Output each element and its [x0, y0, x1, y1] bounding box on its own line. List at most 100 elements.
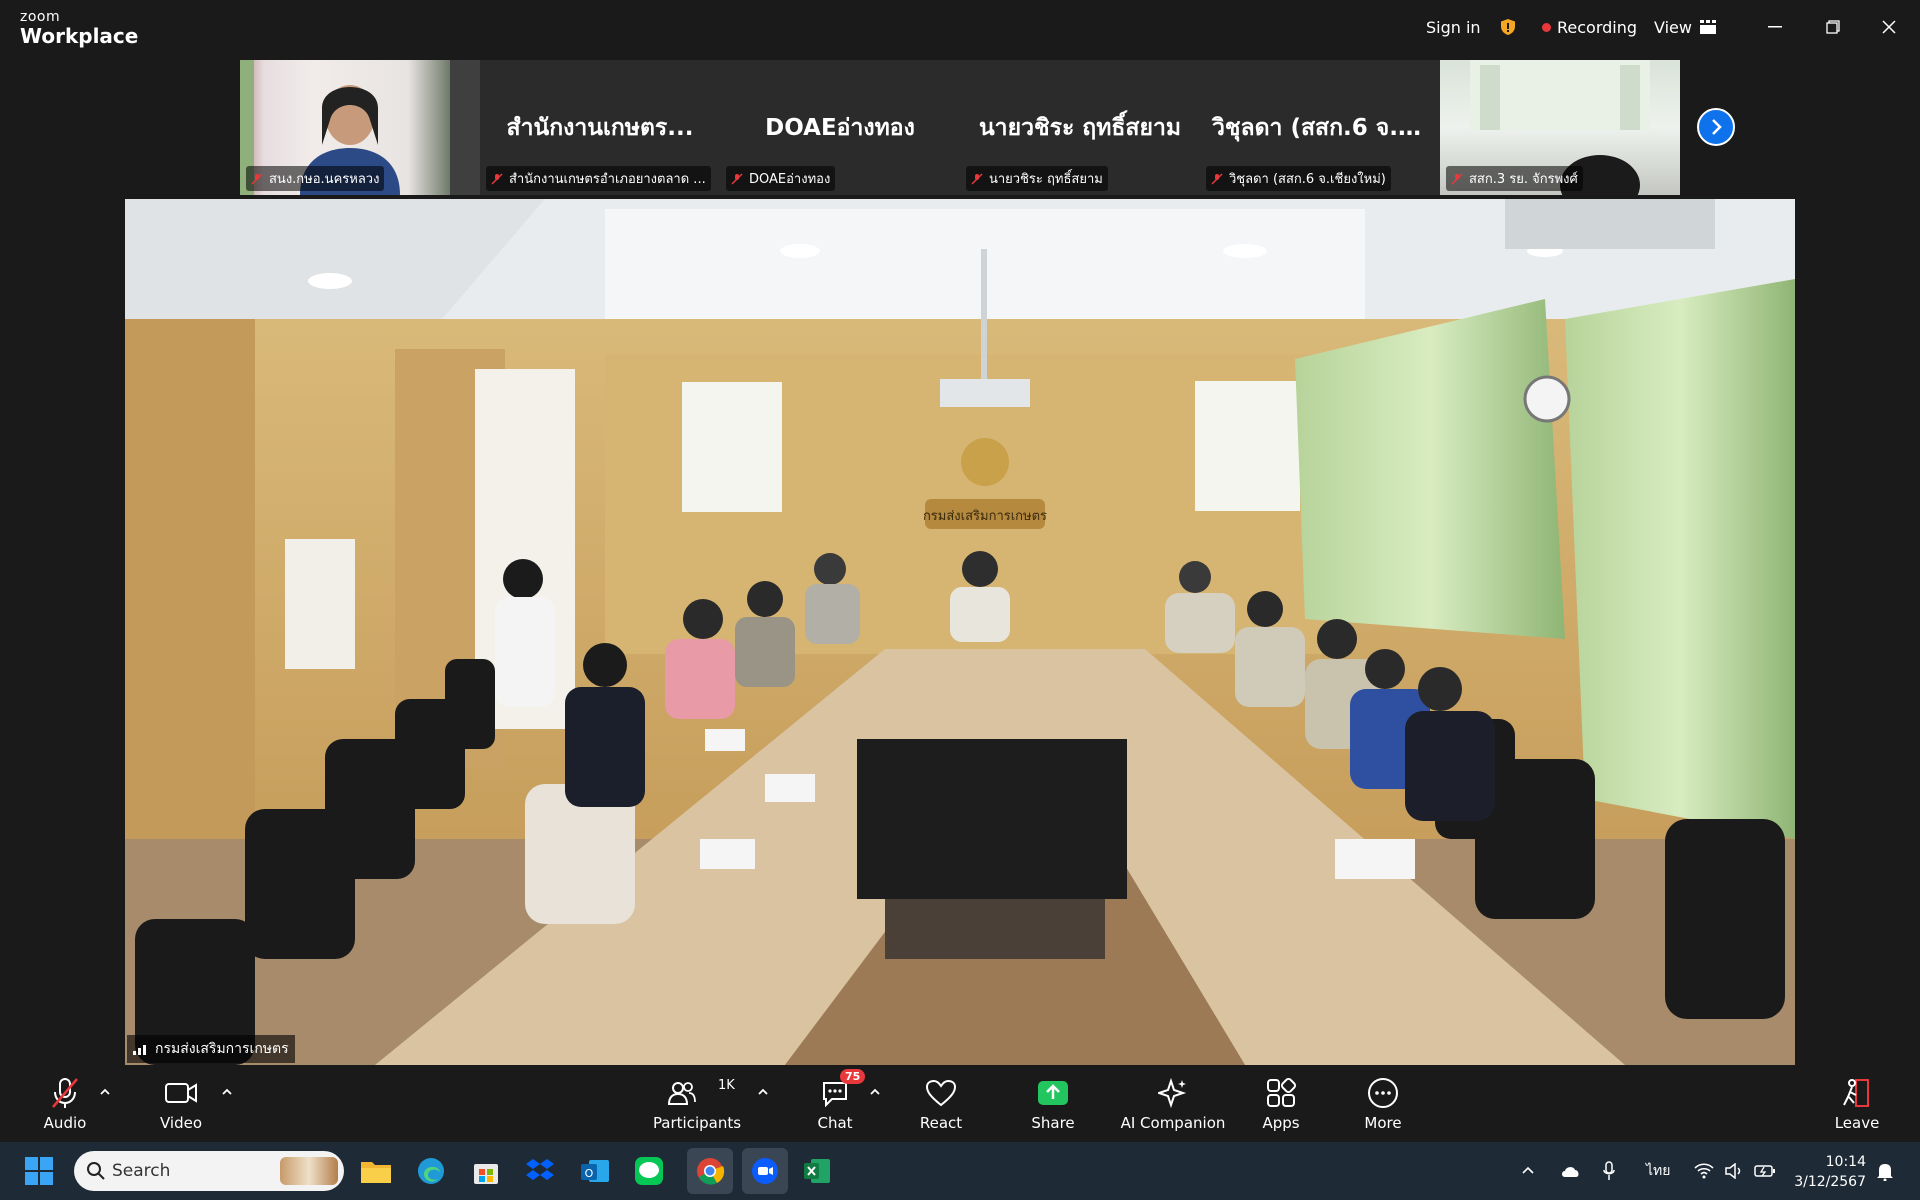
share-screen-icon [1037, 1076, 1069, 1110]
security-shield-icon[interactable] [1500, 0, 1516, 54]
sparkle-icon [1158, 1076, 1188, 1110]
audio-options-caret-icon[interactable] [98, 1084, 112, 1098]
excel-icon[interactable] [800, 1154, 834, 1188]
record-dot-icon [1542, 22, 1551, 32]
search-icon [87, 1162, 105, 1180]
video-options-caret-icon[interactable] [220, 1084, 234, 1098]
windows-taskbar: Search O ไทย 10:14 3/12/2567 [0, 1142, 1920, 1200]
more-label: More [1364, 1114, 1402, 1132]
participant-tile[interactable]: สสก.3 รย. จักรพงศ์ [1440, 60, 1680, 195]
brand-bottom: Workplace [20, 24, 139, 48]
participant-tile[interactable]: สำนักงานเกษตร... สำนักงานเกษตรอำเภอยางตล… [480, 60, 720, 195]
participant-tile[interactable]: DOAEอ่างทอง DOAEอ่างทอง [720, 60, 960, 195]
view-button[interactable]: View [1654, 0, 1716, 54]
language-indicator[interactable]: ไทย [1646, 1142, 1670, 1200]
zoom-logo: zoom Workplace [20, 10, 138, 46]
participant-tile[interactable]: นายวชิระ ฤทธิ์สยาม นายวชิระ ฤทธิ์สยาม [960, 60, 1200, 195]
view-label: View [1654, 17, 1692, 37]
active-speaker-video[interactable]: กรมส่งเสริมการเกษตร กรมส่งเสริมการเกษตร [125, 199, 1795, 1065]
sign-in-button[interactable]: Sign in [1426, 0, 1481, 54]
mic-muted-icon [731, 172, 743, 185]
signal-strength-icon [133, 1045, 146, 1055]
recording-indicator[interactable]: Recording [1542, 0, 1637, 54]
chat-label: Chat [817, 1114, 853, 1132]
leave-icon [1842, 1076, 1872, 1110]
restore-icon[interactable] [1820, 14, 1846, 40]
show-hidden-icons-icon[interactable] [1520, 1142, 1536, 1200]
mic-muted-icon [491, 172, 503, 185]
grid-view-icon [1699, 20, 1716, 34]
participants-button[interactable]: 1K Participants [652, 1076, 742, 1132]
apps-button[interactable]: Apps [1236, 1076, 1326, 1132]
participant-display-name: วิชุลดา (สสก.6 จ.เ... [1212, 115, 1433, 141]
active-speaker-name-tag: กรมส่งเสริมการเกษตร [127, 1035, 295, 1063]
dropbox-icon[interactable] [523, 1154, 557, 1188]
mic-muted-icon [251, 172, 263, 185]
more-icon [1367, 1076, 1399, 1110]
mic-muted-icon [50, 1076, 80, 1110]
chrome-browser-icon[interactable] [687, 1148, 733, 1194]
recording-label: Recording [1557, 17, 1638, 37]
participant-gallery-strip: สนง.กษอ.นครหลวง สำนักงานเกษตร... สำนักงา… [240, 60, 1680, 195]
system-clock[interactable]: 10:14 3/12/2567 [1792, 1152, 1866, 1192]
minimize-icon[interactable] [1762, 14, 1788, 40]
microphone-tray-icon[interactable] [1602, 1142, 1616, 1200]
taskbar-search-box[interactable]: Search [74, 1151, 344, 1191]
brand-top: zoom [20, 9, 61, 25]
participants-label: Participants [652, 1114, 742, 1132]
ai-companion-button[interactable]: AI Companion [1108, 1076, 1238, 1132]
mic-muted-icon [1451, 172, 1463, 185]
participant-name-tag: สนง.กษอ.นครหลวง [246, 166, 385, 191]
video-button[interactable]: Video [136, 1076, 226, 1132]
participant-tile[interactable]: วิชุลดา (สสก.6 จ.เ... วิชุลดา (สสก.6 จ.เ… [1200, 60, 1440, 195]
wall-sign-text: กรมส่งเสริมการเกษตร [923, 509, 1047, 524]
participant-name-tag: วิชุลดา (สสก.6 จ.เชียงใหม่) [1206, 166, 1391, 191]
more-button[interactable]: More [1338, 1076, 1428, 1132]
battery-icon[interactable] [1754, 1142, 1776, 1200]
edge-browser-icon[interactable] [414, 1154, 448, 1188]
react-label: React [919, 1114, 963, 1132]
leave-button[interactable]: Leave [1812, 1076, 1902, 1132]
microsoft-store-icon[interactable] [469, 1154, 503, 1188]
outlook-icon[interactable]: O [578, 1154, 612, 1188]
participant-name-tag: สสก.3 รย. จักรพงศ์ [1446, 166, 1583, 191]
apps-label: Apps [1262, 1114, 1300, 1132]
participant-display-name: DOAEอ่างทอง [765, 115, 915, 141]
wifi-icon[interactable] [1694, 1142, 1714, 1200]
audio-button[interactable]: Audio [20, 1076, 110, 1132]
participant-name-tag: นายวชิระ ฤทธิ์สยาม [966, 166, 1108, 191]
ai-companion-label: AI Companion [1120, 1114, 1226, 1132]
notification-bell-icon[interactable] [1876, 1142, 1894, 1200]
windows-start-icon[interactable] [22, 1154, 56, 1188]
participant-display-name: สำนักงานเกษตร... [506, 115, 694, 141]
active-speaker-name: กรมส่งเสริมการเกษตร [155, 1041, 289, 1057]
participant-name-tag: สำนักงานเกษตรอำเภอยางตลาด ... [486, 166, 711, 191]
video-label: Video [159, 1114, 203, 1132]
volume-icon[interactable] [1724, 1142, 1744, 1200]
share-button[interactable]: Share [1008, 1076, 1098, 1132]
zoom-app-icon[interactable] [742, 1148, 788, 1194]
chat-button[interactable]: 75 Chat [790, 1069, 880, 1132]
chat-options-caret-icon[interactable] [868, 1084, 882, 1098]
react-button[interactable]: React [896, 1076, 986, 1132]
next-page-button[interactable] [1697, 108, 1735, 146]
file-explorer-icon[interactable] [359, 1154, 393, 1188]
participant-name: นายวชิระ ฤทธิ์สยาม [989, 172, 1103, 187]
video-camera-icon [164, 1076, 198, 1110]
participants-icon: 1K [652, 1076, 742, 1110]
participant-tile[interactable]: สนง.กษอ.นครหลวง [240, 60, 480, 195]
chevron-right-icon [1712, 119, 1722, 135]
apps-icon [1266, 1076, 1296, 1110]
line-app-icon[interactable] [632, 1154, 666, 1188]
onedrive-cloud-icon[interactable] [1560, 1142, 1582, 1200]
mic-muted-icon [971, 172, 983, 185]
mic-muted-icon [1211, 172, 1223, 185]
leave-label: Leave [1834, 1114, 1880, 1132]
search-placeholder: Search [112, 1161, 171, 1181]
search-highlight-image [280, 1157, 338, 1185]
close-icon[interactable] [1876, 14, 1902, 40]
audio-label: Audio [43, 1114, 87, 1132]
participants-options-caret-icon[interactable] [756, 1084, 770, 1098]
title-bar: zoom Workplace Sign in Recording View [0, 0, 1920, 54]
participant-name-tag: DOAEอ่างทอง [726, 166, 836, 191]
